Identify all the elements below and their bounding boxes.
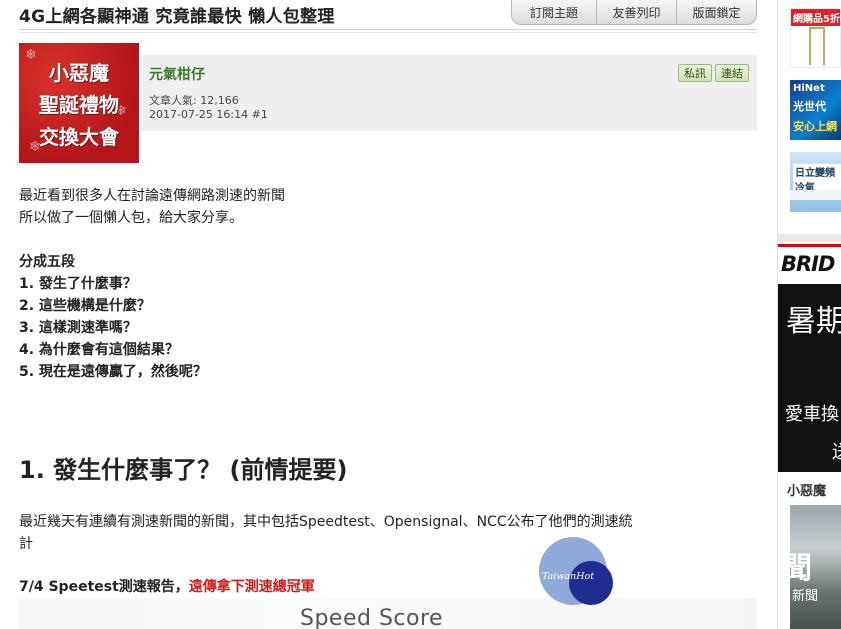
author-name[interactable]: 元氣柑仔 <box>149 64 205 84</box>
chart-caption: Speed Score <box>300 606 444 629</box>
taiwanhot-logo: TaiwanHot <box>539 537 613 605</box>
section-text: 計 <box>19 536 33 552</box>
report-prefix: 7/4 Speetest測速報告， <box>19 579 189 595</box>
ad-text: 愛車換 <box>785 404 839 425</box>
private-message-button[interactable]: 私訊 <box>678 64 712 82</box>
brand-stripe <box>778 244 841 247</box>
divider <box>19 32 757 33</box>
thumbnail-text: 新聞 <box>792 589 819 604</box>
thread-title: 4G上網各顯神通 究竟誰最快 懶人包整理 <box>19 7 335 27</box>
thumbnail-text: 聞 <box>782 551 812 586</box>
ad-tag: 網購品5折 <box>791 9 840 26</box>
logo-text: TaiwanHot <box>542 571 594 582</box>
author-info-panel: 元氣柑仔 文章人氣: 12,166 2017-07-25 16:14 #1 私訊… <box>141 55 757 131</box>
print-button[interactable]: 友善列印 <box>597 0 677 25</box>
ad-text: HiNet <box>793 83 825 94</box>
brand-logo: BRID <box>781 252 835 276</box>
intro-line: 所以做了一個懶人包，給大家分享。 <box>19 210 243 226</box>
intro-line: 最近看到很多人在討論遠傳網路測速的新聞 <box>19 188 285 204</box>
avatar-text: 交換大會 <box>39 125 119 149</box>
outline-item: 1. 發生了什麼事？ <box>19 276 137 292</box>
outline-item: 3. 這樣測速準嗎？ <box>19 320 137 336</box>
outline-item: 4. 為什麼會有這個結果？ <box>19 342 179 358</box>
ad-banner[interactable]: 日立變頻冷氣 <box>790 152 841 212</box>
outline-item: 5. 現在是遠傳贏了，然後呢？ <box>19 364 207 380</box>
post-timestamp: 2017-07-25 16:14 #1 <box>149 108 268 121</box>
section-heading: 1. 發生什麼事了？ (前情提要) <box>19 456 348 484</box>
avatar-text: 聖誕禮物 <box>39 93 119 117</box>
ad-banner[interactable]: HiNet 光世代 安心上網 <box>790 80 841 140</box>
views-count: 文章人氣: 12,166 <box>149 94 239 107</box>
divider <box>778 234 841 242</box>
section-text: 最近幾天有連續有測速新聞的新聞，其中包括Speedtest、Opensignal… <box>19 514 633 530</box>
ad-text: 暑期 <box>786 304 841 339</box>
link-button[interactable]: 連結 <box>715 64 749 82</box>
sidebar-section-title[interactable]: 小惡魔 <box>787 480 826 499</box>
subscribe-button[interactable]: 訂閱主題 <box>511 0 597 25</box>
brand-banner[interactable]: BRID <box>778 244 841 282</box>
chair-image <box>809 27 825 65</box>
avatar[interactable]: ❄ ❄ ❄ 小惡魔 聖誕禮物 交換大會 <box>19 43 139 163</box>
ad-banner-large[interactable]: 暑期 愛車換 送 <box>778 284 841 472</box>
divider <box>19 29 757 30</box>
ad-text: 安心上網 <box>793 120 837 133</box>
ad-text: 光世代 <box>793 100 826 113</box>
avatar-text: 小惡魔 <box>49 61 109 85</box>
thread-toolbar: 訂閱主題 友善列印 版面鎖定 <box>511 0 757 25</box>
lock-layout-button[interactable]: 版面鎖定 <box>677 0 757 25</box>
report-highlight: 遠傳拿下測速總冠軍 <box>188 579 315 595</box>
report-line: 7/4 Speetest測速報告，遠傳拿下測速總冠軍 <box>19 576 315 596</box>
outline-item: 2. 這些機構是什麼？ <box>19 298 151 314</box>
ad-banner[interactable]: 網購品5折 <box>790 8 841 68</box>
news-thumbnail[interactable]: 聞 新聞 <box>782 505 841 629</box>
outline-title: 分成五段 <box>19 254 75 270</box>
aircon-image <box>790 190 841 200</box>
ad-text: 送 <box>832 438 841 464</box>
